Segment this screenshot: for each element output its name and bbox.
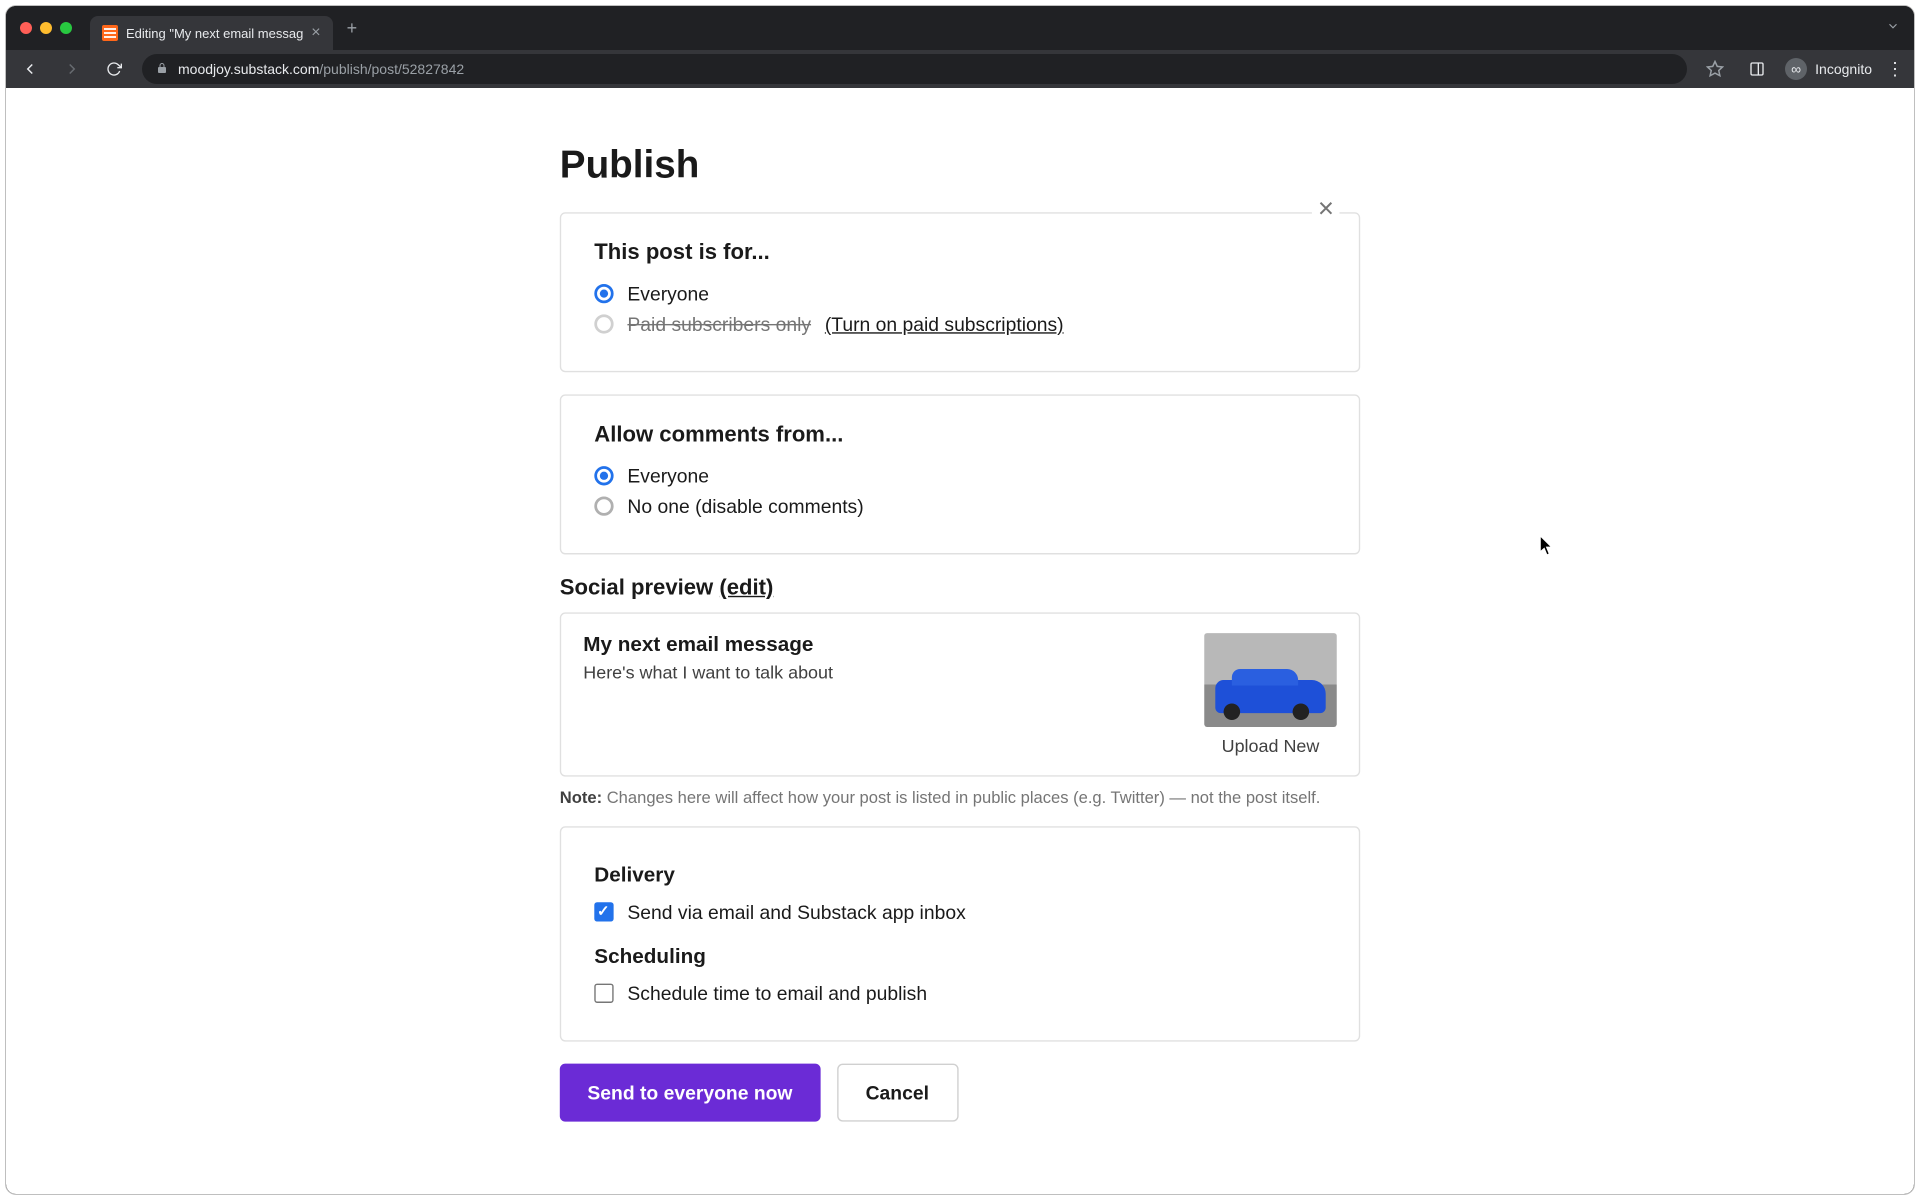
tab-close-icon[interactable]: × <box>311 24 320 42</box>
audience-card: × This post is for... Everyone Paid subs… <box>560 212 1360 372</box>
turn-on-paid-link[interactable]: (Turn on paid subscriptions) <box>825 313 1064 335</box>
browser-tab[interactable]: Editing "My next email messag × <box>90 16 333 50</box>
checkbox-label: Schedule time to email and publish <box>627 982 927 1004</box>
checkbox-icon <box>594 902 613 921</box>
page-title: Publish <box>560 143 1360 187</box>
tabs-chevron-down-icon[interactable] <box>1886 19 1900 38</box>
window-minimize-button[interactable] <box>40 22 52 34</box>
social-preview-heading: Social preview (edit) <box>560 577 1360 602</box>
window-close-button[interactable] <box>20 22 32 34</box>
titlebar: Editing "My next email messag × + <box>6 6 1914 50</box>
preview-description: Here's what I want to talk about <box>583 662 1182 683</box>
panel-icon[interactable] <box>1743 55 1771 83</box>
tab-favicon-icon <box>102 25 118 41</box>
radio-label: Everyone <box>627 465 709 487</box>
reload-button[interactable] <box>100 55 128 83</box>
audience-heading: This post is for... <box>594 241 1325 266</box>
checkbox-send-email[interactable]: Send via email and Substack app inbox <box>594 901 1325 923</box>
radio-comments-none[interactable]: No one (disable comments) <box>594 495 1325 517</box>
upload-new-button[interactable]: Upload New <box>1222 735 1320 756</box>
radio-label: No one (disable comments) <box>627 495 863 517</box>
browser-toolbar: moodjoy.substack.com/publish/post/528278… <box>6 50 1914 88</box>
back-button[interactable] <box>16 55 44 83</box>
radio-everyone[interactable]: Everyone <box>594 283 1325 305</box>
checkbox-icon <box>594 984 613 1003</box>
cursor-icon <box>1540 536 1554 556</box>
radio-icon <box>594 314 613 333</box>
address-bar[interactable]: moodjoy.substack.com/publish/post/528278… <box>142 54 1687 84</box>
radio-paid-subscribers: Paid subscribers only (Turn on paid subsc… <box>594 313 1325 335</box>
radio-label-disabled: Paid subscribers only <box>627 313 811 335</box>
checkbox-schedule[interactable]: Schedule time to email and publish <box>594 982 1325 1004</box>
social-note: Note: Changes here will affect how your … <box>560 788 1360 807</box>
radio-comments-everyone[interactable]: Everyone <box>594 465 1325 487</box>
lock-icon <box>156 62 168 77</box>
social-preview-card: My next email message Here's what I want… <box>560 612 1360 776</box>
comments-heading: Allow comments from... <box>594 423 1325 448</box>
preview-title: My next email message <box>583 633 1182 656</box>
tab-title: Editing "My next email messag <box>126 26 303 41</box>
radio-icon <box>594 284 613 303</box>
incognito-icon <box>1785 58 1807 80</box>
radio-icon <box>594 496 613 515</box>
delivery-card: Delivery Send via email and Substack app… <box>560 826 1360 1041</box>
preview-image <box>1204 633 1336 727</box>
radio-label: Everyone <box>627 283 709 305</box>
edit-social-link[interactable]: (edit) <box>719 577 773 600</box>
close-icon[interactable]: × <box>1312 194 1339 226</box>
scheduling-heading: Scheduling <box>594 945 1325 968</box>
bookmark-star-icon[interactable] <box>1701 55 1729 83</box>
radio-icon <box>594 466 613 485</box>
window-maximize-button[interactable] <box>60 22 72 34</box>
incognito-label: Incognito <box>1815 61 1872 77</box>
new-tab-button[interactable]: + <box>347 18 358 39</box>
comments-card: Allow comments from... Everyone No one (… <box>560 394 1360 554</box>
incognito-indicator[interactable]: Incognito <box>1785 58 1872 80</box>
forward-button[interactable] <box>58 55 86 83</box>
delivery-heading: Delivery <box>594 864 1325 887</box>
browser-menu-button[interactable]: ⋮ <box>1886 59 1904 80</box>
cancel-button[interactable]: Cancel <box>837 1064 958 1122</box>
checkbox-label: Send via email and Substack app inbox <box>627 901 965 923</box>
send-button[interactable]: Send to everyone now <box>560 1064 820 1122</box>
url-text: moodjoy.substack.com/publish/post/528278… <box>178 61 464 77</box>
